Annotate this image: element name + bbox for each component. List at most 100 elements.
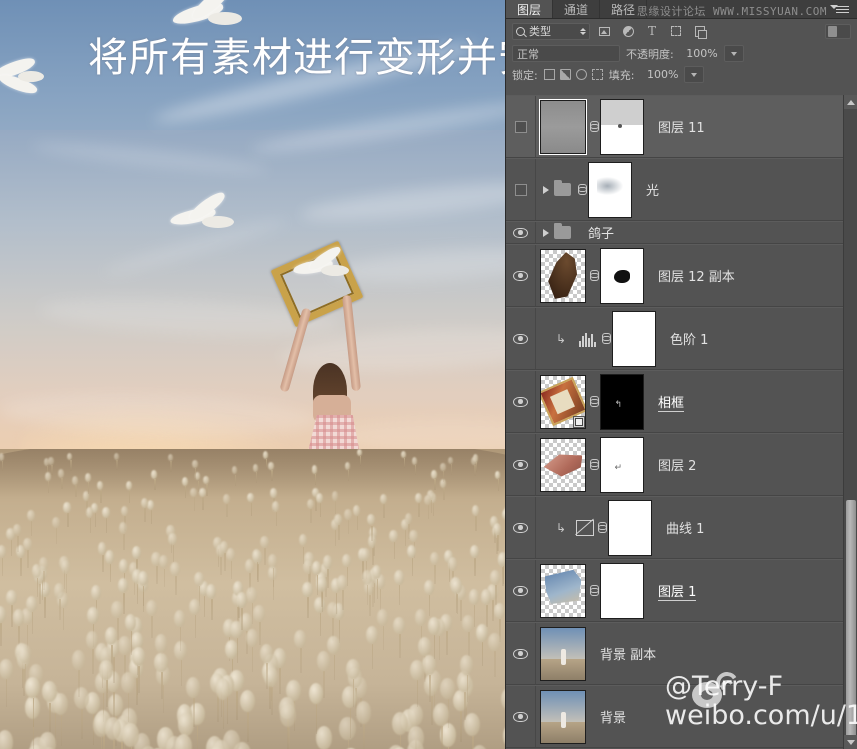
layer-link-icon[interactable] bbox=[586, 270, 600, 281]
layer-visibility-toggle[interactable] bbox=[506, 96, 536, 157]
lock-position-icon[interactable] bbox=[575, 69, 587, 80]
eye-icon bbox=[513, 396, 528, 407]
layer-row[interactable]: 图层 1 bbox=[506, 559, 857, 622]
chevron-right-icon[interactable] bbox=[543, 228, 549, 237]
opacity-value[interactable]: 100% bbox=[680, 47, 717, 60]
layer-row[interactable]: 图层 11 bbox=[506, 95, 857, 158]
layer-thumbnail[interactable] bbox=[540, 99, 586, 154]
filter-type-layers-button[interactable]: T bbox=[642, 22, 662, 40]
layer-mask-thumbnail[interactable] bbox=[612, 310, 656, 367]
layer-row-body[interactable]: ↳ 曲线 1 bbox=[536, 497, 857, 558]
layer-mask-thumbnail[interactable] bbox=[588, 161, 632, 218]
layer-name[interactable]: 图层 11 bbox=[644, 117, 705, 136]
blend-mode-select[interactable]: 正常 bbox=[512, 45, 620, 62]
lock-all-icon[interactable] bbox=[591, 69, 603, 80]
layer-thumbnail[interactable] bbox=[540, 563, 586, 618]
layer-mask-thumbnail[interactable] bbox=[600, 247, 644, 304]
layer-row-body[interactable]: 光 bbox=[536, 159, 857, 220]
layer-link-icon[interactable] bbox=[586, 396, 600, 407]
scroll-up-arrow-icon[interactable] bbox=[844, 95, 857, 109]
layer-thumbnail[interactable] bbox=[540, 437, 586, 492]
layer-row-body[interactable]: ↰ 相框 bbox=[536, 371, 857, 432]
layer-name[interactable]: 图层 12 副本 bbox=[644, 266, 735, 285]
scroll-down-arrow-icon[interactable] bbox=[844, 735, 857, 749]
layer-name[interactable]: 色阶 1 bbox=[656, 329, 708, 348]
layer-row-body[interactable]: ↳ 色阶 1 bbox=[536, 308, 857, 369]
layer-visibility-toggle[interactable] bbox=[506, 434, 536, 495]
layer-visibility-toggle[interactable] bbox=[506, 308, 536, 369]
layer-row[interactable]: ↰ 相框 bbox=[506, 370, 857, 433]
layer-mask-thumbnail[interactable] bbox=[600, 98, 644, 155]
fill-dropdown-button[interactable] bbox=[684, 66, 705, 83]
tab-channels[interactable]: 通道 bbox=[553, 0, 601, 18]
layer-visibility-toggle[interactable] bbox=[506, 245, 536, 306]
layer-name[interactable]: 相框 bbox=[658, 392, 685, 412]
eye-icon bbox=[513, 227, 528, 238]
layer-thumbnail[interactable] bbox=[540, 689, 586, 744]
layer-link-icon[interactable] bbox=[586, 459, 600, 470]
filter-smart-objects-button[interactable] bbox=[690, 22, 710, 40]
layer-row[interactable]: 图层 12 副本 bbox=[506, 244, 857, 307]
filter-pixel-layers-button[interactable] bbox=[594, 22, 614, 40]
layer-visibility-toggle[interactable] bbox=[506, 371, 536, 432]
opacity-dropdown-button[interactable] bbox=[723, 45, 744, 62]
layer-thumbnail[interactable] bbox=[540, 626, 586, 681]
layer-mask-thumbnail[interactable] bbox=[600, 562, 644, 619]
layer-thumbnail[interactable] bbox=[540, 248, 586, 303]
layer-visibility-toggle[interactable] bbox=[506, 686, 536, 747]
layer-row-body[interactable]: 图层 11 bbox=[536, 96, 857, 157]
layer-name[interactable]: 图层 2 bbox=[644, 455, 696, 474]
layer-row-body[interactable]: 鸽子 bbox=[536, 222, 857, 243]
lock-transparent-icon[interactable] bbox=[543, 69, 555, 80]
layer-list-scrollbar[interactable] bbox=[843, 95, 857, 749]
layer-list[interactable]: 图层 11 光鸽子 图层 12 副本 ↳ 色阶 1 ↰ 相框 ↵ 图层 2 ↳ 曲线 1 图层 1 背景… bbox=[506, 95, 857, 749]
layer-row-body[interactable]: 图层 1 bbox=[536, 560, 857, 621]
tab-layers[interactable]: 图层 bbox=[506, 0, 554, 18]
layer-name[interactable]: 背景 bbox=[586, 707, 626, 726]
layer-link-icon[interactable] bbox=[586, 121, 600, 132]
layer-name[interactable]: 光 bbox=[632, 180, 659, 199]
layer-visibility-toggle[interactable] bbox=[506, 497, 536, 558]
layer-link-icon[interactable] bbox=[594, 522, 608, 533]
layer-mask-thumbnail[interactable]: ↵ bbox=[600, 436, 644, 493]
layer-visibility-toggle[interactable] bbox=[506, 222, 536, 243]
layer-link-icon[interactable] bbox=[598, 333, 612, 344]
lock-image-icon[interactable] bbox=[559, 69, 571, 80]
scrollbar-thumb[interactable] bbox=[846, 500, 856, 749]
layer-row[interactable]: 背景 副本 bbox=[506, 622, 857, 685]
curves-adjustment-icon[interactable] bbox=[576, 519, 594, 536]
layer-row-body[interactable]: ↵ 图层 2 bbox=[536, 434, 857, 495]
layer-mask-thumbnail[interactable] bbox=[608, 499, 652, 556]
layer-link-icon[interactable] bbox=[586, 585, 600, 596]
layer-row[interactable]: ↵ 图层 2 bbox=[506, 433, 857, 496]
filter-adjustment-layers-button[interactable] bbox=[618, 22, 638, 40]
layer-name[interactable]: 图层 1 bbox=[658, 581, 697, 601]
filter-shape-layers-button[interactable] bbox=[666, 22, 686, 40]
levels-adjustment-icon[interactable] bbox=[576, 331, 598, 347]
layer-name[interactable]: 鸽子 bbox=[574, 223, 614, 242]
layer-thumbnail[interactable] bbox=[540, 374, 586, 429]
dove-mid-left bbox=[169, 189, 242, 240]
fill-value[interactable]: 100% bbox=[640, 68, 678, 81]
layer-name[interactable]: 曲线 1 bbox=[652, 518, 704, 537]
layer-row[interactable]: ↳ 色阶 1 bbox=[506, 307, 857, 370]
layer-row-body[interactable]: 图层 12 副本 bbox=[536, 245, 857, 306]
up-down-stepper-icon[interactable] bbox=[580, 27, 586, 35]
layer-name[interactable]: 背景 副本 bbox=[586, 644, 656, 663]
panel-menu-icon[interactable] bbox=[831, 2, 853, 17]
layer-link-icon[interactable] bbox=[574, 184, 588, 195]
layer-row[interactable]: ↳ 曲线 1 bbox=[506, 496, 857, 559]
layer-visibility-toggle[interactable] bbox=[506, 159, 536, 220]
layer-visibility-toggle[interactable] bbox=[506, 623, 536, 684]
tab-channels-label: 通道 bbox=[564, 2, 589, 17]
clipping-mask-icon: ↳ bbox=[555, 331, 567, 346]
filter-kind-select[interactable]: 类型 bbox=[512, 22, 590, 40]
filter-enable-toggle[interactable] bbox=[825, 23, 851, 39]
layer-row[interactable]: 鸽子 bbox=[506, 221, 857, 244]
image-canvas[interactable]: 将所有素材进行变形并安置到位 bbox=[0, 0, 505, 749]
layer-row[interactable]: 背景 bbox=[506, 685, 857, 748]
layer-row[interactable]: 光 bbox=[506, 158, 857, 221]
layer-mask-thumbnail[interactable]: ↰ bbox=[600, 373, 644, 430]
layer-visibility-toggle[interactable] bbox=[506, 560, 536, 621]
chevron-right-icon[interactable] bbox=[543, 185, 549, 194]
